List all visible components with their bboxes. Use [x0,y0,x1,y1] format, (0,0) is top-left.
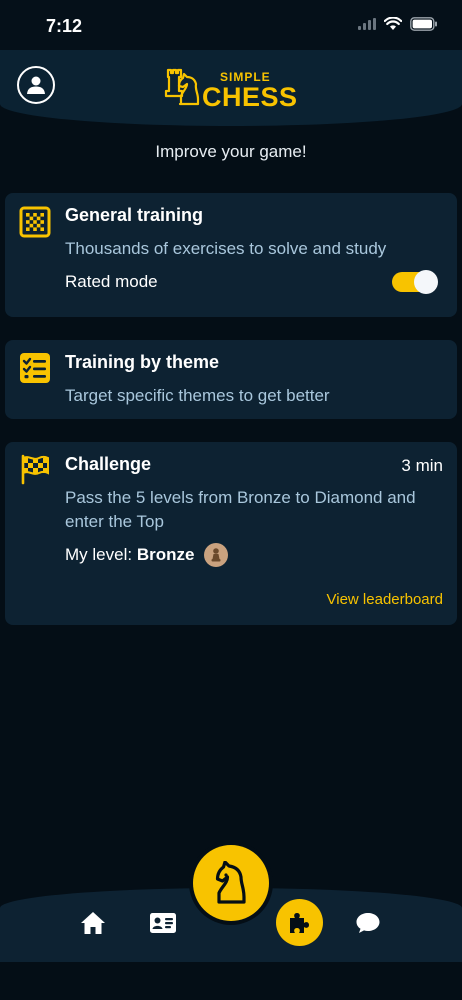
status-icons [358,17,438,31]
challenge-duration: 3 min [401,456,443,475]
user-circle-icon [27,76,45,94]
tagline: Improve your game! [155,142,307,161]
checkerboard-icon [19,206,51,238]
rated-mode-toggle[interactable] [392,270,438,294]
battery-icon [410,17,437,31]
view-leaderboard-link[interactable]: View leaderboard [327,591,443,608]
status-time: 7:12 [46,16,83,36]
home-indicator-area [0,962,462,1000]
knight-icon [215,861,246,904]
general-training-title: General training [65,205,204,225]
my-level-label: My level: [65,545,133,564]
training-by-theme-card[interactable]: Training by theme Target specific themes… [5,340,457,419]
training-by-theme-title: Training by theme [65,352,220,372]
id-card-icon [150,913,176,933]
nav-chat[interactable] [353,908,383,938]
checklist-icon [20,353,50,383]
nav-puzzles[interactable] [276,899,323,946]
bronze-pawn-badge-icon [204,543,228,567]
signal-icon [358,18,376,30]
status-bar: 7:12 [0,0,462,50]
my-level-value: Bronze [136,545,195,564]
chat-bubble-icon [356,913,380,933]
home-icon [81,912,105,934]
logo-graphic: SIMPLE CHESS [164,68,298,112]
rated-mode-label: Rated mode [65,272,158,291]
challenge-subtitle: Pass the 5 levels from Bronze to Diamond… [65,488,416,531]
profile-button[interactable] [17,66,55,104]
nav-home[interactable] [78,908,108,938]
challenge-card[interactable]: Challenge 3 min Pass the 5 levels from B… [5,442,457,625]
my-level-row: My level: Bronze [65,545,194,565]
general-training-subtitle: Thousands of exercises to solve and stud… [65,239,387,258]
wifi-icon [384,17,402,30]
simple-chess-logo: SIMPLE CHESS [164,64,300,112]
puzzle-icon [289,912,309,933]
challenge-title: Challenge [65,454,152,474]
nav-play[interactable] [193,845,269,921]
toggle-knob [414,270,438,294]
training-by-theme-subtitle: Target specific themes to get better [65,386,330,405]
logo-big-text: CHESS [202,82,298,110]
general-training-card[interactable]: General training Thousands of exercises … [5,193,457,317]
checkered-flag-icon [21,454,49,485]
nav-profile-card[interactable] [148,908,178,938]
